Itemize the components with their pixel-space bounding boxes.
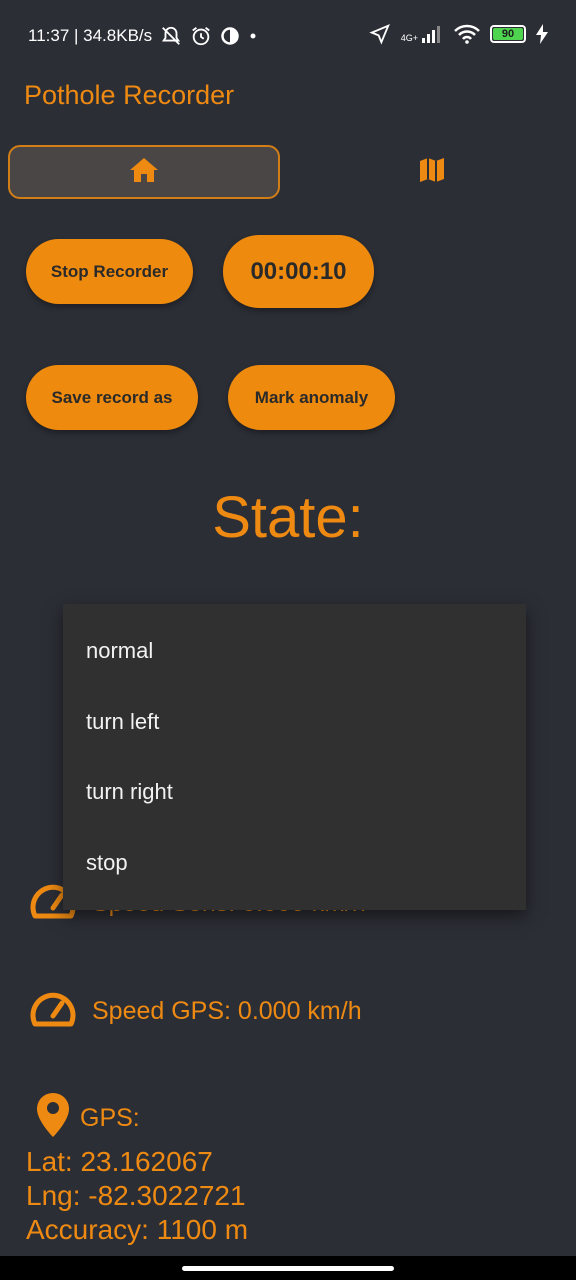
app-title: Pothole Recorder <box>24 80 235 110</box>
location-arrow-icon <box>369 23 391 45</box>
alarm-icon <box>190 25 212 47</box>
network-type: 4G+ <box>400 33 418 43</box>
gps-block: GPS: Lat: 23.162067 Lng: -82.3022721 Acc… <box>26 1092 248 1247</box>
dot-icon <box>248 31 258 41</box>
battery-level: 90 <box>493 28 523 40</box>
data-saver-icon <box>220 26 240 46</box>
state-option-turn-right[interactable]: turn right <box>63 757 526 828</box>
state-option-stop[interactable]: stop <box>63 828 526 899</box>
location-pin-icon <box>36 1092 70 1145</box>
state-option-turn-left[interactable]: turn left <box>63 687 526 758</box>
gps-lng: Lng: -82.3022721 <box>26 1180 246 1211</box>
status-time: 11:37 | 34.8KB/s <box>28 26 153 45</box>
tab-home[interactable] <box>8 145 280 199</box>
notification-muted-icon <box>160 25 182 47</box>
status-left: 11:37 | 34.8KB/s <box>28 25 258 47</box>
speed-gps-value: Speed GPS: 0.000 km/h <box>92 997 362 1025</box>
gps-header: GPS: <box>36 1092 248 1145</box>
speed-gps-row: Speed GPS: 0.000 km/h <box>30 988 362 1035</box>
gps-label: GPS: <box>80 1104 140 1132</box>
battery-icon: 90 <box>490 25 526 43</box>
wifi-icon <box>454 24 480 44</box>
speedometer-icon <box>30 988 76 1035</box>
state-dropdown-menu: normal turn left turn right stop <box>63 604 526 910</box>
signal-icon: 4G+ <box>401 25 444 43</box>
charging-icon <box>536 24 548 44</box>
map-icon <box>418 156 446 189</box>
home-gesture-handle[interactable] <box>182 1266 394 1271</box>
tab-map[interactable] <box>392 145 472 199</box>
home-icon <box>129 157 159 188</box>
timer-display[interactable]: 00:00:10 <box>223 235 374 308</box>
gps-accuracy: Accuracy: 1100 m <box>26 1214 249 1245</box>
gps-lat: Lat: 23.162067 <box>26 1146 213 1177</box>
save-record-button[interactable]: Save record as <box>26 365 198 430</box>
mark-anomaly-button[interactable]: Mark anomaly <box>228 365 395 430</box>
stop-recorder-button[interactable]: Stop Recorder <box>26 239 193 304</box>
state-option-normal[interactable]: normal <box>63 616 526 687</box>
status-right: 4G+ 90 <box>369 23 548 45</box>
state-label: State: <box>212 485 364 550</box>
status-bar: 11:37 | 34.8KB/s 4G+ 90 <box>0 0 576 70</box>
